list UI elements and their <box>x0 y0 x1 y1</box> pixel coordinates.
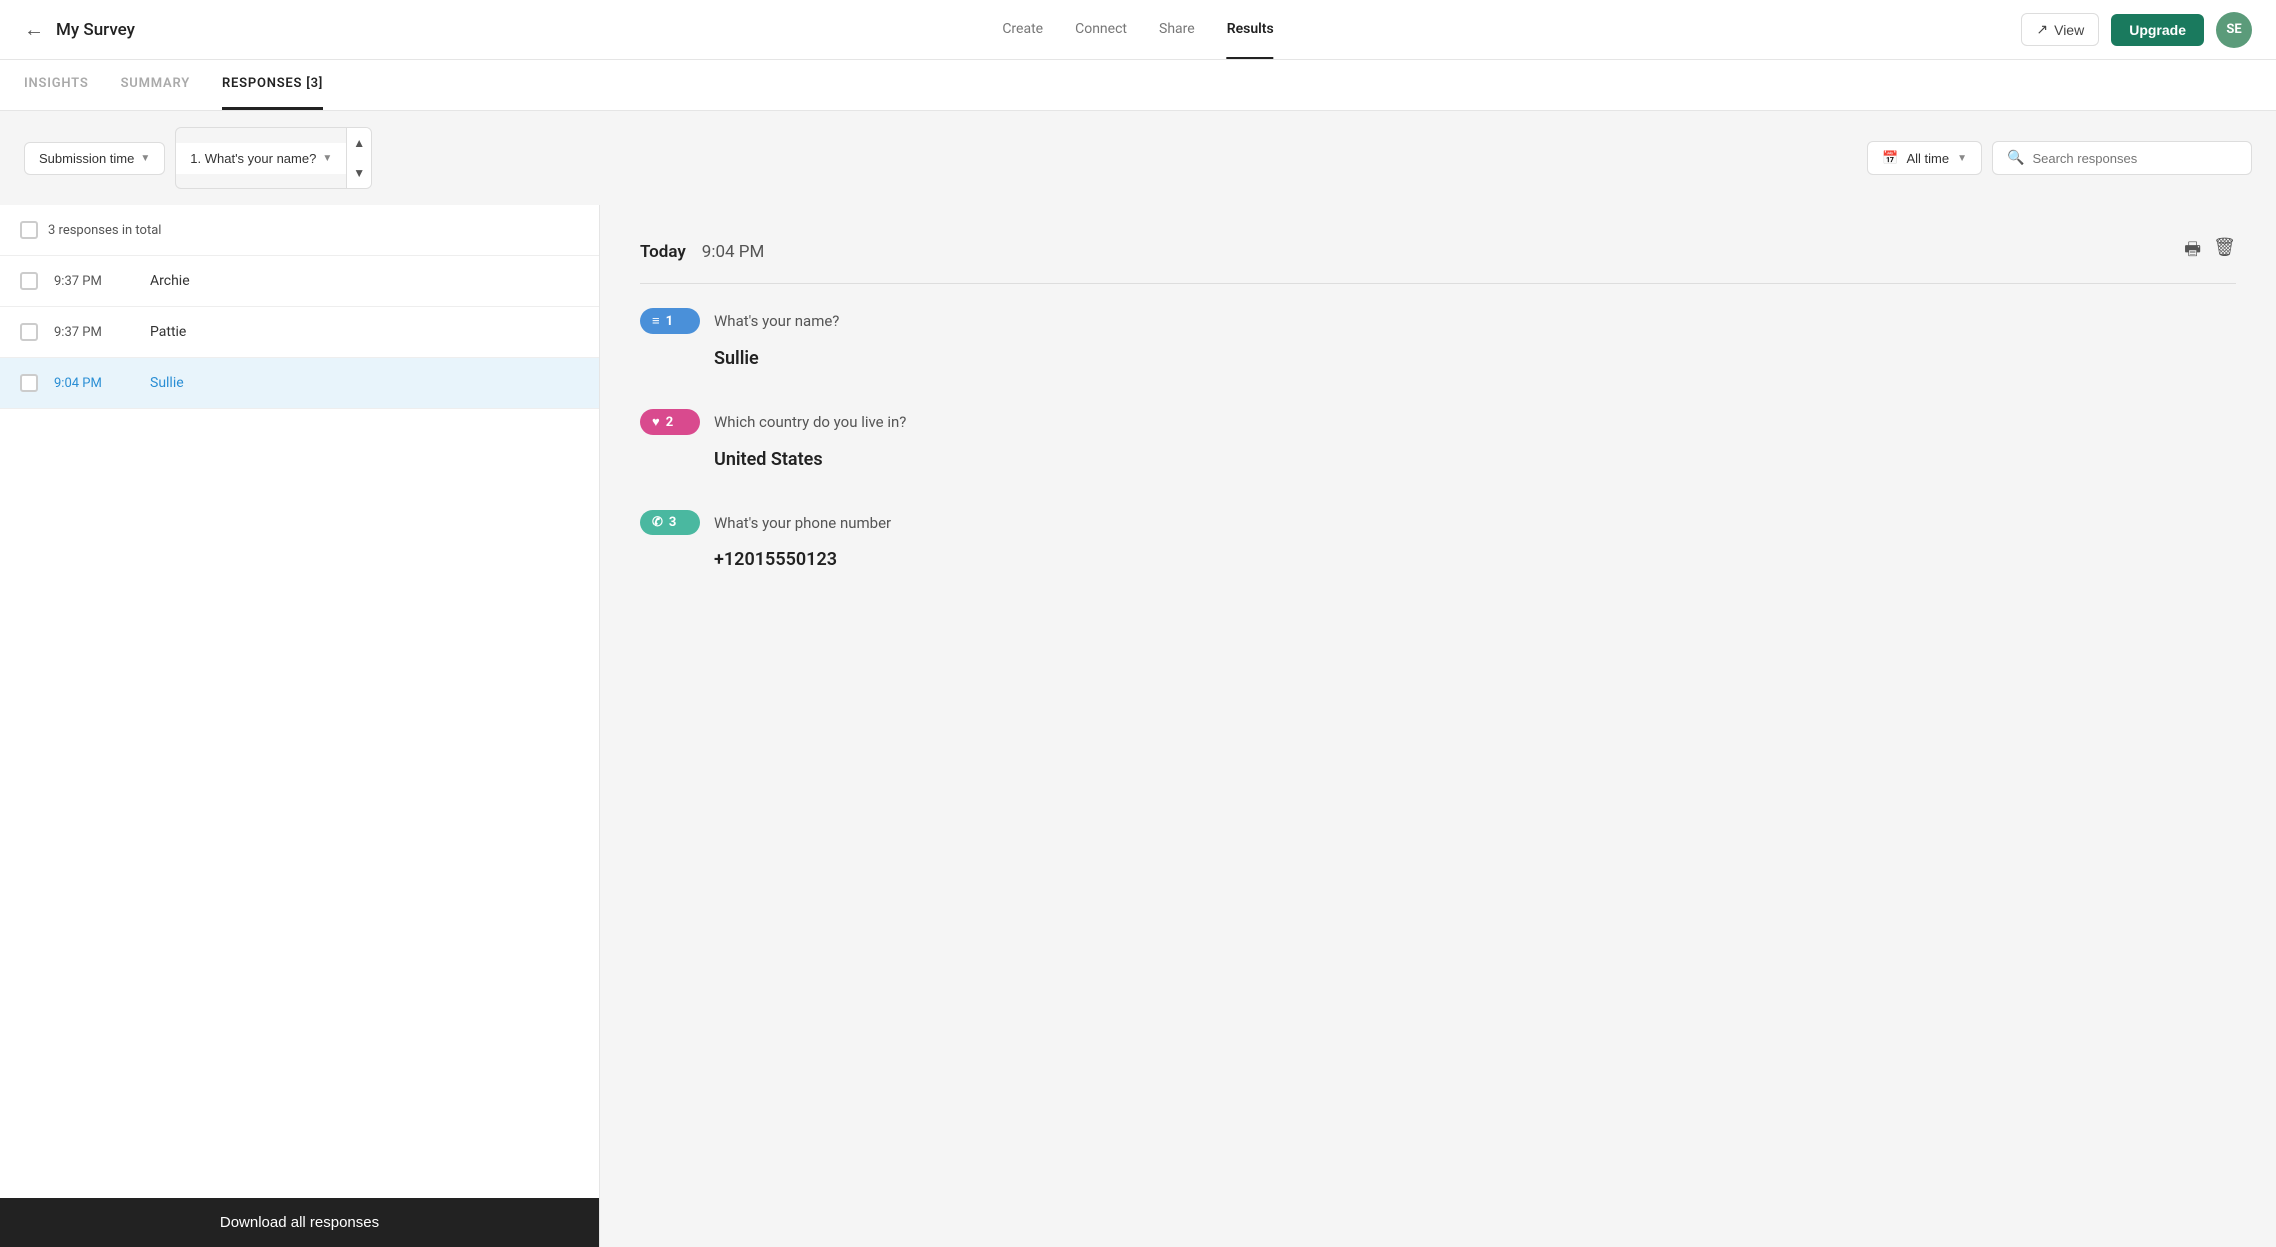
response-time-1: 9:37 PM <box>54 274 134 289</box>
question-text-1: What's your name? <box>714 312 839 330</box>
total-responses-label: 3 responses in total <box>48 223 161 238</box>
tab-summary[interactable]: SUMMARY <box>121 60 190 110</box>
question-header-3: ✆ 3 What's your phone number <box>640 510 2236 535</box>
avatar[interactable]: SE <box>2216 12 2252 48</box>
question-item-2: ♥ 2 Which country do you live in? United… <box>640 409 2236 470</box>
tab-responses[interactable]: RESPONSES [3] <box>222 60 323 110</box>
upgrade-button[interactable]: Upgrade <box>2111 14 2204 46</box>
chevron-down-icon-question: ▼ <box>322 153 332 164</box>
answer-1: Sullie <box>714 348 2236 369</box>
response-name-3: Sullie <box>150 375 184 391</box>
question-number-1: 1 <box>666 314 673 329</box>
question-text-2: Which country do you live in? <box>714 413 906 431</box>
nav-links: Create Connect Share Results <box>1002 1 1273 59</box>
calendar-icon: 📅 <box>1882 150 1898 166</box>
row-checkbox-3[interactable] <box>20 374 38 392</box>
response-name-2: Pattie <box>150 324 186 340</box>
phone-icon: ✆ <box>652 515 663 530</box>
sub-nav: INSIGHTS SUMMARY RESPONSES [3] <box>0 60 2276 111</box>
question-item-3: ✆ 3 What's your phone number +1201555012… <box>640 510 2236 570</box>
nav-create[interactable]: Create <box>1002 1 1043 59</box>
response-list-header: 3 responses in total <box>0 205 599 256</box>
question-header-2: ♥ 2 Which country do you live in? <box>640 409 2236 435</box>
sort-up-button[interactable]: ▲ <box>347 128 371 158</box>
response-time-3: 9:04 PM <box>54 376 134 391</box>
nav-results[interactable]: Results <box>1227 1 1274 59</box>
sort-down-button[interactable]: ▼ <box>347 158 371 188</box>
response-list: 3 responses in total 9:37 PM Archie 9:37… <box>0 205 599 1198</box>
view-button[interactable]: ↗ View <box>2021 13 2099 46</box>
top-nav: ← My Survey Create Connect Share Results… <box>0 0 2276 60</box>
tab-insights[interactable]: INSIGHTS <box>24 60 89 110</box>
response-date: Today <box>640 242 686 262</box>
main-content: 3 responses in total 9:37 PM Archie 9:37… <box>0 205 2276 1247</box>
row-checkbox-2[interactable] <box>20 323 38 341</box>
response-name-1: Archie <box>150 273 190 289</box>
response-row-active[interactable]: 9:04 PM Sullie <box>0 358 599 409</box>
question-filter[interactable]: 1. What's your name? ▼ <box>176 143 346 174</box>
response-detail-header: Today 9:04 PM 🖶 🗑 <box>640 237 2236 284</box>
select-all-checkbox[interactable] <box>20 221 38 239</box>
chevron-down-icon: ▼ <box>140 153 150 164</box>
response-row[interactable]: 9:37 PM Archie <box>0 256 599 307</box>
response-row[interactable]: 9:37 PM Pattie <box>0 307 599 358</box>
answer-3: +12015550123 <box>714 549 2236 570</box>
response-actions: 🖶 🗑 <box>2184 237 2236 267</box>
app-title: My Survey <box>56 20 135 40</box>
question-filter-group: 1. What's your name? ▼ ▲ ▼ <box>175 127 372 189</box>
row-checkbox-1[interactable] <box>20 272 38 290</box>
external-link-icon: ↗ <box>2036 21 2048 38</box>
print-icon[interactable]: 🖶 <box>2184 237 2201 267</box>
nav-right: ↗ View Upgrade SE <box>2021 12 2252 48</box>
question-badge-2: ♥ 2 <box>640 409 700 435</box>
question-number-2: 2 <box>666 415 673 430</box>
question-text-3: What's your phone number <box>714 514 891 532</box>
question-item-1: ≡ 1 What's your name? Sullie <box>640 308 2236 369</box>
question-badge-1: ≡ 1 <box>640 308 700 334</box>
delete-icon[interactable]: 🗑 <box>2213 237 2236 267</box>
submission-time-filter[interactable]: Submission time ▼ <box>24 142 165 175</box>
back-button[interactable]: ← <box>24 17 44 42</box>
chevron-down-icon-date: ▼ <box>1957 153 1967 164</box>
right-panel: Today 9:04 PM 🖶 🗑 ≡ 1 What's your name? … <box>600 205 2276 1247</box>
nav-share[interactable]: Share <box>1159 1 1195 59</box>
question-badge-3: ✆ 3 <box>640 510 700 535</box>
response-date-time: Today 9:04 PM <box>640 242 764 262</box>
date-filter[interactable]: 📅 All time ▼ <box>1867 141 1982 175</box>
search-icon: 🔍 <box>2007 150 2024 166</box>
filters-bar: Submission time ▼ 1. What's your name? ▼… <box>0 111 2276 205</box>
question-header-1: ≡ 1 What's your name? <box>640 308 2236 334</box>
question-number-3: 3 <box>669 515 676 530</box>
search-input[interactable] <box>2032 151 2237 166</box>
search-box[interactable]: 🔍 <box>1992 141 2252 175</box>
text-icon: ≡ <box>652 313 660 329</box>
answer-2: United States <box>714 449 2236 470</box>
heart-icon: ♥ <box>652 414 660 430</box>
response-time-2: 9:37 PM <box>54 325 134 340</box>
download-all-button[interactable]: Download all responses <box>0 1198 599 1247</box>
left-panel: 3 responses in total 9:37 PM Archie 9:37… <box>0 205 600 1247</box>
nav-connect[interactable]: Connect <box>1075 1 1127 59</box>
response-time-detail: 9:04 PM <box>702 242 765 262</box>
